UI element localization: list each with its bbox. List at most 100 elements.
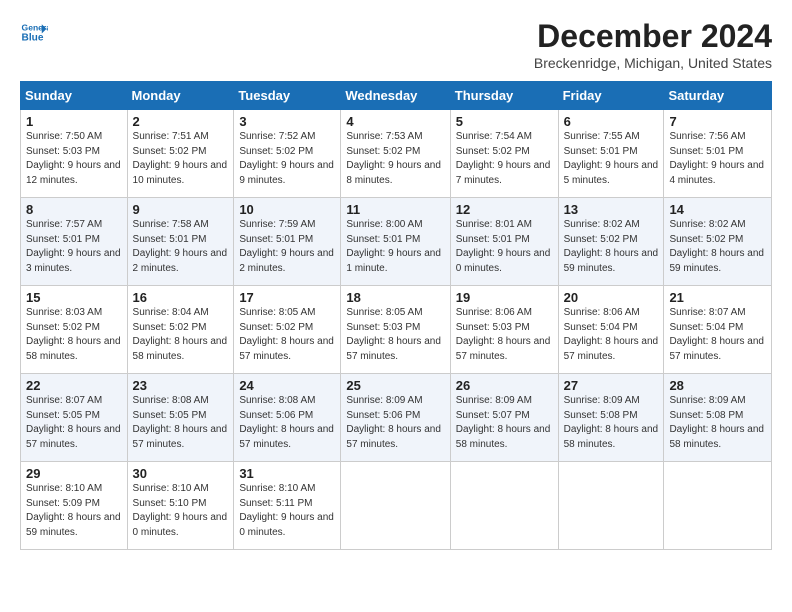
- day-number: 10: [239, 202, 335, 217]
- calendar-cell: 25Sunrise: 8:09 AMSunset: 5:06 PMDayligh…: [341, 374, 450, 462]
- logo-icon: General Blue: [20, 18, 48, 46]
- day-number: 9: [133, 202, 229, 217]
- day-number: 27: [564, 378, 659, 393]
- weekday-header: Thursday: [450, 82, 558, 110]
- day-number: 14: [669, 202, 766, 217]
- day-info: Sunrise: 8:00 AMSunset: 5:01 PMDaylight:…: [346, 218, 444, 276]
- calendar-cell: [450, 462, 558, 550]
- day-info: Sunrise: 8:07 AMSunset: 5:04 PMDaylight:…: [669, 306, 766, 364]
- day-info: Sunrise: 8:08 AMSunset: 5:05 PMDaylight:…: [133, 394, 229, 452]
- subtitle: Breckenridge, Michigan, United States: [534, 55, 772, 71]
- calendar-cell: 13Sunrise: 8:02 AMSunset: 5:02 PMDayligh…: [558, 198, 664, 286]
- day-info: Sunrise: 8:08 AMSunset: 5:06 PMDaylight:…: [239, 394, 335, 452]
- day-info: Sunrise: 8:04 AMSunset: 5:02 PMDaylight:…: [133, 306, 229, 364]
- day-info: Sunrise: 7:53 AMSunset: 5:02 PMDaylight:…: [346, 130, 444, 188]
- day-info: Sunrise: 7:50 AMSunset: 5:03 PMDaylight:…: [26, 130, 122, 188]
- calendar-cell: 19Sunrise: 8:06 AMSunset: 5:03 PMDayligh…: [450, 286, 558, 374]
- day-info: Sunrise: 8:01 AMSunset: 5:01 PMDaylight:…: [456, 218, 553, 276]
- calendar-cell: 17Sunrise: 8:05 AMSunset: 5:02 PMDayligh…: [234, 286, 341, 374]
- day-number: 12: [456, 202, 553, 217]
- calendar-cell: 16Sunrise: 8:04 AMSunset: 5:02 PMDayligh…: [127, 286, 234, 374]
- weekday-header: Saturday: [664, 82, 772, 110]
- day-number: 23: [133, 378, 229, 393]
- calendar-cell: 18Sunrise: 8:05 AMSunset: 5:03 PMDayligh…: [341, 286, 450, 374]
- day-number: 21: [669, 290, 766, 305]
- calendar-cell: 14Sunrise: 8:02 AMSunset: 5:02 PMDayligh…: [664, 198, 772, 286]
- calendar-cell: 10Sunrise: 7:59 AMSunset: 5:01 PMDayligh…: [234, 198, 341, 286]
- day-info: Sunrise: 8:02 AMSunset: 5:02 PMDaylight:…: [564, 218, 659, 276]
- day-info: Sunrise: 7:59 AMSunset: 5:01 PMDaylight:…: [239, 218, 335, 276]
- calendar-cell: 3Sunrise: 7:52 AMSunset: 5:02 PMDaylight…: [234, 110, 341, 198]
- calendar-cell: 8Sunrise: 7:57 AMSunset: 5:01 PMDaylight…: [21, 198, 128, 286]
- day-number: 26: [456, 378, 553, 393]
- day-number: 7: [669, 114, 766, 129]
- calendar-cell: 9Sunrise: 7:58 AMSunset: 5:01 PMDaylight…: [127, 198, 234, 286]
- header: General Blue General Blue December 2024 …: [20, 18, 772, 71]
- day-info: Sunrise: 8:10 AMSunset: 5:10 PMDaylight:…: [133, 482, 229, 540]
- calendar-cell: 6Sunrise: 7:55 AMSunset: 5:01 PMDaylight…: [558, 110, 664, 198]
- day-number: 29: [26, 466, 122, 481]
- day-number: 1: [26, 114, 122, 129]
- calendar-cell: 1Sunrise: 7:50 AMSunset: 5:03 PMDaylight…: [21, 110, 128, 198]
- weekday-header: Sunday: [21, 82, 128, 110]
- day-info: Sunrise: 8:05 AMSunset: 5:02 PMDaylight:…: [239, 306, 335, 364]
- calendar-cell: 26Sunrise: 8:09 AMSunset: 5:07 PMDayligh…: [450, 374, 558, 462]
- day-number: 28: [669, 378, 766, 393]
- calendar-week: 1Sunrise: 7:50 AMSunset: 5:03 PMDaylight…: [21, 110, 772, 198]
- logo: General Blue General Blue: [20, 18, 48, 46]
- day-info: Sunrise: 8:10 AMSunset: 5:11 PMDaylight:…: [239, 482, 335, 540]
- day-info: Sunrise: 8:03 AMSunset: 5:02 PMDaylight:…: [26, 306, 122, 364]
- day-info: Sunrise: 8:06 AMSunset: 5:04 PMDaylight:…: [564, 306, 659, 364]
- day-info: Sunrise: 7:56 AMSunset: 5:01 PMDaylight:…: [669, 130, 766, 188]
- calendar-cell: 15Sunrise: 8:03 AMSunset: 5:02 PMDayligh…: [21, 286, 128, 374]
- day-info: Sunrise: 7:55 AMSunset: 5:01 PMDaylight:…: [564, 130, 659, 188]
- calendar-cell: 24Sunrise: 8:08 AMSunset: 5:06 PMDayligh…: [234, 374, 341, 462]
- day-number: 4: [346, 114, 444, 129]
- calendar-cell: 30Sunrise: 8:10 AMSunset: 5:10 PMDayligh…: [127, 462, 234, 550]
- calendar-cell: 31Sunrise: 8:10 AMSunset: 5:11 PMDayligh…: [234, 462, 341, 550]
- day-number: 5: [456, 114, 553, 129]
- calendar-cell: 23Sunrise: 8:08 AMSunset: 5:05 PMDayligh…: [127, 374, 234, 462]
- calendar-week: 15Sunrise: 8:03 AMSunset: 5:02 PMDayligh…: [21, 286, 772, 374]
- day-info: Sunrise: 8:02 AMSunset: 5:02 PMDaylight:…: [669, 218, 766, 276]
- day-info: Sunrise: 7:51 AMSunset: 5:02 PMDaylight:…: [133, 130, 229, 188]
- day-number: 15: [26, 290, 122, 305]
- calendar-cell: 4Sunrise: 7:53 AMSunset: 5:02 PMDaylight…: [341, 110, 450, 198]
- weekday-header: Tuesday: [234, 82, 341, 110]
- day-info: Sunrise: 8:05 AMSunset: 5:03 PMDaylight:…: [346, 306, 444, 364]
- calendar-cell: 11Sunrise: 8:00 AMSunset: 5:01 PMDayligh…: [341, 198, 450, 286]
- calendar-cell: 28Sunrise: 8:09 AMSunset: 5:08 PMDayligh…: [664, 374, 772, 462]
- day-info: Sunrise: 8:06 AMSunset: 5:03 PMDaylight:…: [456, 306, 553, 364]
- calendar-cell: 21Sunrise: 8:07 AMSunset: 5:04 PMDayligh…: [664, 286, 772, 374]
- day-number: 18: [346, 290, 444, 305]
- day-number: 3: [239, 114, 335, 129]
- calendar-cell: 22Sunrise: 8:07 AMSunset: 5:05 PMDayligh…: [21, 374, 128, 462]
- calendar-header: SundayMondayTuesdayWednesdayThursdayFrid…: [21, 82, 772, 110]
- calendar-cell: [664, 462, 772, 550]
- weekday-header: Wednesday: [341, 82, 450, 110]
- calendar-cell: [558, 462, 664, 550]
- day-info: Sunrise: 7:52 AMSunset: 5:02 PMDaylight:…: [239, 130, 335, 188]
- day-info: Sunrise: 7:54 AMSunset: 5:02 PMDaylight:…: [456, 130, 553, 188]
- calendar-cell: 20Sunrise: 8:06 AMSunset: 5:04 PMDayligh…: [558, 286, 664, 374]
- calendar-cell: 5Sunrise: 7:54 AMSunset: 5:02 PMDaylight…: [450, 110, 558, 198]
- day-number: 22: [26, 378, 122, 393]
- calendar-cell: 12Sunrise: 8:01 AMSunset: 5:01 PMDayligh…: [450, 198, 558, 286]
- day-number: 17: [239, 290, 335, 305]
- day-number: 13: [564, 202, 659, 217]
- day-number: 6: [564, 114, 659, 129]
- page: General Blue General Blue December 2024 …: [0, 0, 792, 562]
- day-info: Sunrise: 8:09 AMSunset: 5:06 PMDaylight:…: [346, 394, 444, 452]
- day-number: 20: [564, 290, 659, 305]
- weekday-header: Friday: [558, 82, 664, 110]
- calendar-week: 8Sunrise: 7:57 AMSunset: 5:01 PMDaylight…: [21, 198, 772, 286]
- title-block: December 2024 Breckenridge, Michigan, Un…: [534, 18, 772, 71]
- day-number: 31: [239, 466, 335, 481]
- day-info: Sunrise: 8:10 AMSunset: 5:09 PMDaylight:…: [26, 482, 122, 540]
- main-title: December 2024: [534, 18, 772, 55]
- svg-text:Blue: Blue: [22, 33, 44, 44]
- day-info: Sunrise: 8:09 AMSunset: 5:08 PMDaylight:…: [669, 394, 766, 452]
- day-number: 11: [346, 202, 444, 217]
- day-number: 30: [133, 466, 229, 481]
- day-info: Sunrise: 8:07 AMSunset: 5:05 PMDaylight:…: [26, 394, 122, 452]
